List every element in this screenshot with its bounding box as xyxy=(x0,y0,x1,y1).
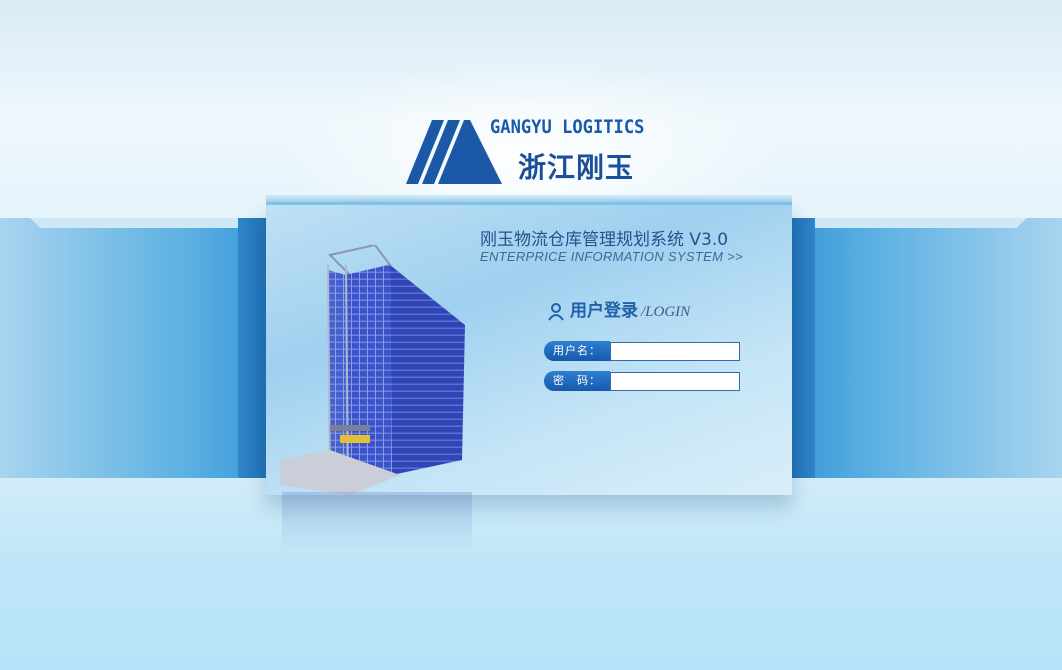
right-wing-decoration xyxy=(792,218,1062,478)
right-panel-side xyxy=(790,218,815,478)
company-logo: GANGYU LOGITICS 浙江刚玉 xyxy=(404,112,664,187)
right-wing-edge xyxy=(815,218,1027,228)
login-heading-english: /LOGIN xyxy=(641,304,691,320)
system-subtitle: ENTERPRICE INFORMATION SYSTEM >> xyxy=(480,249,743,264)
system-title: 刚玉物流仓库管理规划系统 V3.0 xyxy=(480,230,729,250)
logo-chinese-text: 浙江刚玉 xyxy=(518,151,635,184)
panel-reflection xyxy=(282,492,472,552)
left-panel-side xyxy=(238,218,268,478)
triangle-stripes-logo-icon xyxy=(406,120,502,184)
left-wing-decoration xyxy=(0,218,270,478)
left-wing-edge xyxy=(30,218,240,228)
username-input[interactable] xyxy=(610,341,740,361)
password-label: 密 码： xyxy=(544,371,610,391)
user-icon xyxy=(548,303,564,321)
password-input[interactable] xyxy=(610,371,740,391)
login-heading: 用户登录 /LOGIN xyxy=(548,296,690,321)
login-panel: 刚玉物流仓库管理规划系统 V3.0 ENTERPRICE INFORMATION… xyxy=(266,202,792,495)
warehouse-rack-illustration xyxy=(280,245,465,495)
username-label: 用户名： xyxy=(544,341,610,361)
password-row: 密 码： xyxy=(544,370,740,392)
username-row: 用户名： xyxy=(544,340,740,362)
login-heading-chinese: 用户登录 xyxy=(570,301,638,321)
logo-english-text: GANGYU LOGITICS xyxy=(490,116,645,138)
